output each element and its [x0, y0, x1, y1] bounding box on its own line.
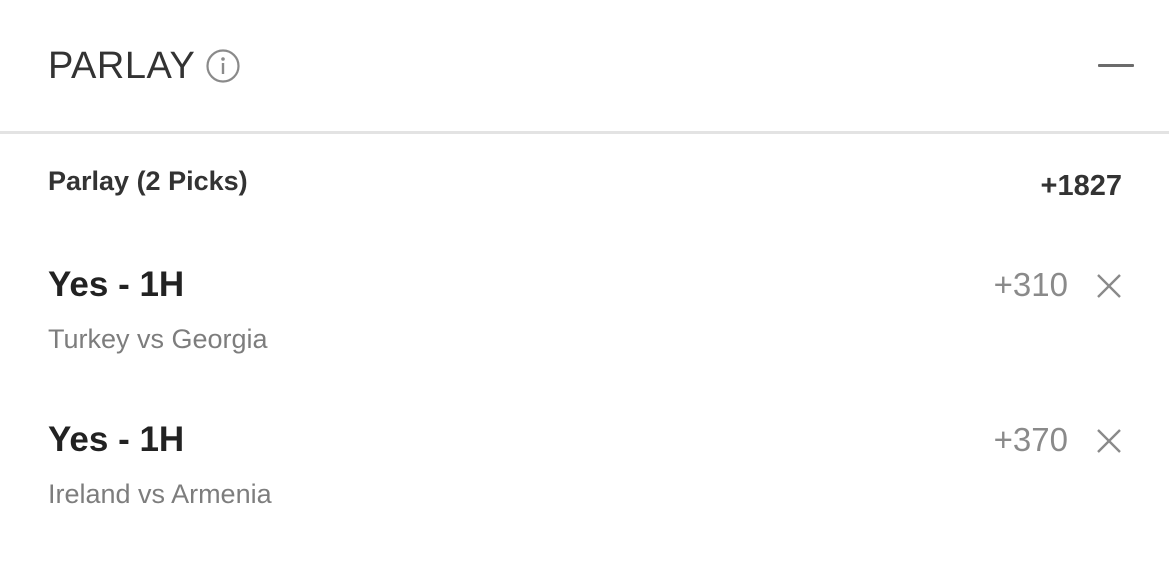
- remove-pick-button[interactable]: [1092, 269, 1126, 303]
- info-icon[interactable]: [206, 49, 240, 83]
- close-icon: [1097, 429, 1121, 453]
- parlay-total-odds: +1827: [1040, 170, 1122, 202]
- pick-selection: Yes - 1H: [48, 420, 185, 459]
- pick-selection: Yes - 1H: [48, 265, 185, 304]
- pick-odds: +310: [993, 266, 1068, 303]
- collapse-button[interactable]: [1094, 50, 1138, 80]
- parlay-title: PARLAY: [48, 45, 196, 87]
- pick-item: Yes - 1H Turkey vs Georgia +310: [0, 265, 1169, 385]
- pick-event: Ireland vs Armenia: [48, 479, 272, 509]
- pick-odds: +370: [993, 421, 1068, 458]
- remove-pick-button[interactable]: [1092, 424, 1126, 458]
- pick-item: Yes - 1H Ireland vs Armenia +370: [0, 420, 1169, 540]
- close-icon: [1097, 274, 1121, 298]
- minus-icon: [1098, 64, 1134, 67]
- parlay-header: PARLAY: [0, 0, 1169, 134]
- parlay-summary-label: Parlay (2 Picks): [48, 166, 248, 196]
- pick-event: Turkey vs Georgia: [48, 324, 268, 354]
